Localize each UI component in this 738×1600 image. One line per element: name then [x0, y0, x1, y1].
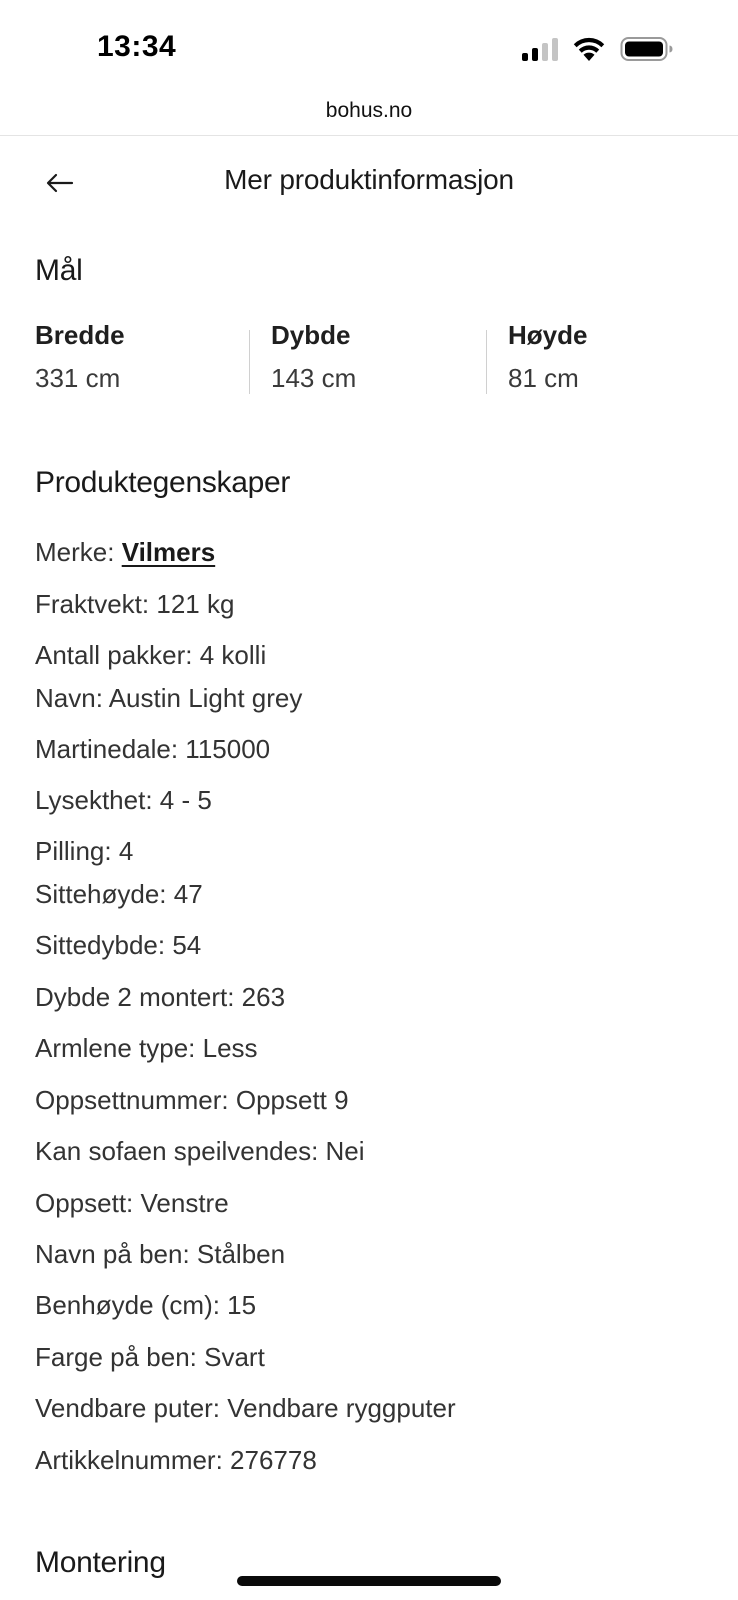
- dimension-value: 143 cm: [271, 363, 357, 393]
- dimension-label: Høyde: [508, 320, 588, 350]
- properties-heading: Produktegenskaper: [35, 466, 291, 499]
- property-item: Artikkelnummer: 276778: [35, 1445, 317, 1475]
- property-item: Oppsettnummer: Oppsett 9: [35, 1085, 349, 1115]
- status-time: 13:34: [97, 30, 177, 63]
- property-item: Martinedale: 115000: [35, 734, 271, 764]
- property-item: Fraktvekt: 121 kg: [35, 589, 235, 619]
- property-brand-label: Merke:: [35, 537, 115, 567]
- property-item: Lysekthet: 4 - 5: [35, 785, 212, 815]
- property-item: Pilling: 4: [35, 836, 134, 866]
- home-indicator[interactable]: [237, 1576, 501, 1586]
- page-title: Mer produktinformasjon: [224, 164, 514, 195]
- property-item: Dybde 2 montert: 263: [35, 982, 286, 1012]
- property-item: Benhøyde (cm): 15: [35, 1290, 257, 1320]
- property-item: Sittehøyde: 47: [35, 879, 203, 909]
- dimension-divider: [486, 330, 487, 394]
- montering-heading: Montering: [35, 1546, 166, 1579]
- dimension-divider: [249, 330, 250, 394]
- dimension-value: 331 cm: [35, 363, 121, 393]
- brand-link[interactable]: Vilmers: [122, 537, 215, 567]
- screen: 13:34 bohus.no Mer produktinformasjon Må…: [0, 0, 738, 1600]
- status-icons: [522, 36, 674, 62]
- dimension-depth: Dybde 143 cm: [271, 318, 356, 394]
- dimensions-heading: Mål: [35, 254, 83, 287]
- dimension-label: Bredde: [35, 320, 125, 350]
- url-divider: [0, 135, 738, 136]
- property-item: Vendbare puter: Vendbare ryggputer: [35, 1393, 456, 1423]
- property-item: Oppsett: Venstre: [35, 1188, 229, 1218]
- battery-icon: [620, 37, 673, 61]
- property-item: Antall pakker: 4 kolli: [35, 640, 267, 670]
- status-bar: 13:34: [0, 0, 738, 96]
- cellular-signal-icon: [522, 37, 558, 61]
- property-item: Navn på ben: Stålben: [35, 1239, 286, 1269]
- wifi-icon: [573, 37, 605, 61]
- property-item: Sittedybde: 54: [35, 930, 202, 960]
- dimension-width: Bredde 331 cm: [35, 318, 125, 394]
- property-item: Kan sofaen speilvendes: Nei: [35, 1136, 365, 1166]
- dimension-value: 81 cm: [508, 363, 579, 393]
- dimension-label: Dybde: [271, 320, 351, 350]
- property-brand: Merke: Vilmers: [35, 535, 215, 569]
- property-item: Armlene type: Less: [35, 1033, 258, 1063]
- property-item: Farge på ben: Svart: [35, 1342, 265, 1372]
- dimension-height: Høyde 81 cm: [508, 318, 587, 394]
- browser-url-bar[interactable]: bohus.no: [0, 96, 738, 136]
- property-item: Navn: Austin Light grey: [35, 683, 303, 713]
- dimensions-table: Bredde 331 cm Dybde 143 cm Høyde 81 cm: [35, 318, 703, 394]
